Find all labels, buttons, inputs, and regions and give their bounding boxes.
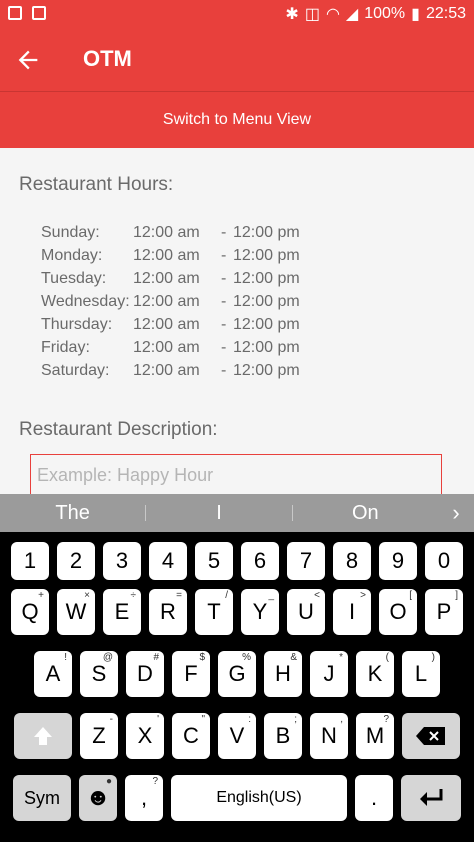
clock: 22:53 [425, 5, 466, 22]
key-x[interactable]: X ' [126, 713, 164, 759]
key-e[interactable]: E ÷ [103, 589, 141, 635]
backspace-icon [416, 727, 445, 745]
key-o[interactable]: O[ [379, 589, 417, 635]
image-icon [32, 6, 46, 20]
battery-icon: ▮ [411, 6, 420, 23]
key-7[interactable]: 7 [287, 542, 325, 580]
zxcv-row: Z - X ' C " V: B; N, M? [0, 713, 474, 759]
chevron-right-icon[interactable]: › [438, 500, 474, 526]
suggestion-word[interactable]: The [0, 502, 145, 525]
key-z[interactable]: Z- [80, 713, 118, 759]
asdf-row: A! S @ D # F $ G% H & J * K(L) [0, 651, 474, 697]
restaurant-info: Restaurant Hours: Sunday: 12:00 am -12:00 … [0, 148, 474, 494]
key-5[interactable]: 5 [195, 542, 233, 580]
suggestion-bar: The I On › [0, 494, 474, 532]
space-key[interactable]: English(US) [171, 775, 347, 821]
key-p[interactable]: P] [425, 589, 463, 635]
hours-row[interactable]: Monday: 12:00 am -12:00 pm [41, 247, 300, 270]
key-6[interactable]: 6 [241, 542, 279, 580]
key-q[interactable]: Q + [11, 589, 49, 635]
keyboard: 1234567890 Q + W × E ÷ R = T / Y _ U < I > O[P] A! S @ D # F $… [0, 532, 474, 842]
qwerty-row: Q + W × E ÷ R = T / Y _ U < I > O[P] [0, 589, 474, 635]
hours-list: Sunday: 12:00 am -12:00 pm Monday: 12:00 am… [41, 224, 300, 385]
key-0[interactable]: 0 [425, 542, 463, 580]
enter-icon [420, 789, 443, 806]
hours-row[interactable]: Tuesday: 12:00 am -12:00 pm [41, 270, 300, 293]
key-y[interactable]: Y _ [241, 589, 279, 635]
key-c[interactable]: C " [172, 713, 210, 759]
bluetooth-icon: ✱ [285, 6, 299, 23]
enter-key[interactable] [401, 775, 461, 821]
notification-icon [8, 6, 22, 20]
key-b[interactable]: B; [264, 713, 302, 759]
key-2[interactable]: 2 [57, 542, 95, 580]
key-a[interactable]: A! [34, 651, 72, 697]
hours-row[interactable]: Sunday: 12:00 am -12:00 pm [41, 224, 300, 247]
hours-row[interactable]: Thursday: 12:00 am -12:00 pm [41, 316, 300, 339]
key-s[interactable]: S @ [80, 651, 118, 697]
key-i[interactable]: I > [333, 589, 371, 635]
shift-key[interactable] [14, 713, 72, 759]
wifi-icon: ◠ [325, 6, 340, 23]
key-9[interactable]: 9 [379, 542, 417, 580]
backspace-key[interactable] [402, 713, 460, 759]
key-8[interactable]: 8 [333, 542, 371, 580]
key-k[interactable]: K( [356, 651, 394, 697]
key-t[interactable]: T / [195, 589, 233, 635]
suggestion-word[interactable]: I [146, 502, 291, 525]
key-1[interactable]: 1 [11, 542, 49, 580]
letter-keys: Z - X ' C " V: B; N, M? [80, 713, 394, 759]
key-n[interactable]: N, [310, 713, 348, 759]
hours-row[interactable]: Saturday: 12:00 am -12:00 pm [41, 362, 300, 385]
key-r[interactable]: R = [149, 589, 187, 635]
description-field[interactable] [30, 454, 442, 494]
signal-icon: ◢ [345, 6, 359, 23]
shift-arrow-icon [34, 727, 52, 745]
key-g[interactable]: G% [218, 651, 256, 697]
hours-row[interactable]: Friday: 12:00 am -12:00 pm [41, 339, 300, 362]
key-h[interactable]: H & [264, 651, 302, 697]
key-v[interactable]: V: [218, 713, 256, 759]
key-w[interactable]: W × [57, 589, 95, 635]
app-bar: OTM [0, 28, 474, 91]
restaurant-hours-heading: Restaurant Hours: [19, 174, 174, 195]
number-row: 1234567890 [0, 542, 474, 580]
suggestion-word[interactable]: On [293, 502, 438, 525]
status-bar: ✱ ◫ ◠ ◢ 100% ▮ 22:53 [0, 0, 474, 28]
comma-key[interactable]: , ? [125, 775, 163, 821]
key-4[interactable]: 4 [149, 542, 187, 580]
key-f[interactable]: F $ [172, 651, 210, 697]
back-arrow-icon[interactable] [14, 46, 42, 74]
sym-key[interactable]: Sym [13, 775, 71, 821]
smiley-icon: ☻ [85, 784, 111, 811]
switch-to-menu-view-button[interactable]: Switch to Menu View [0, 92, 474, 148]
key-3[interactable]: 3 [103, 542, 141, 580]
key-u[interactable]: U < [287, 589, 325, 635]
emoji-key[interactable]: ☻ ● [79, 775, 117, 821]
restaurant-description-heading: Restaurant Description: [19, 419, 218, 440]
bottom-row: Sym ☻ ● , ? English(US) . [0, 775, 474, 821]
key-j[interactable]: J * [310, 651, 348, 697]
description-input[interactable] [31, 457, 441, 494]
key-m[interactable]: M? [356, 713, 394, 759]
key-d[interactable]: D # [126, 651, 164, 697]
hours-row[interactable]: Wednesday: 12:00 am -12:00 pm [41, 293, 300, 316]
nfc-icon: ◫ [304, 6, 320, 23]
period-key[interactable]: . [355, 775, 393, 821]
battery-text: 100% [364, 5, 406, 22]
page-title: OTM [83, 46, 132, 71]
mic-icon: ● [105, 776, 112, 787]
key-l[interactable]: L) [402, 651, 440, 697]
